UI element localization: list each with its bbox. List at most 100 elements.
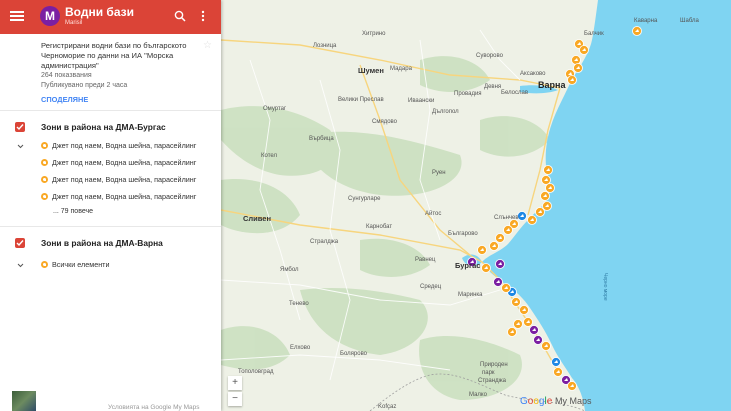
map-label-kofcaz: Kofçaz: [378, 404, 396, 410]
map-label-black-sea: Черно море: [602, 273, 608, 301]
water-base-marker[interactable]: [513, 319, 523, 329]
map-description: Регистрирани водни бази по българското Ч…: [41, 41, 187, 70]
map-label-varna: Варна: [538, 80, 566, 90]
water-base-marker[interactable]: [527, 215, 537, 225]
view-count: 264 показвания: [41, 72, 92, 79]
map-label-shabla: Шабла: [680, 18, 700, 24]
water-base-marker[interactable]: [489, 241, 499, 251]
water-base-marker[interactable]: [567, 381, 577, 391]
water-base-marker[interactable]: [535, 207, 545, 217]
map-label-smyadovo: Смядово: [372, 119, 398, 125]
svg-text:Равнец: Равнец: [415, 257, 436, 263]
panel-header: M Водни бази Marisil: [0, 0, 221, 34]
map-label-marinka: Маринка: [458, 292, 483, 298]
jetski-icon: [41, 193, 48, 200]
water-base-marker[interactable]: [571, 55, 581, 65]
water-base-marker[interactable]: [573, 63, 583, 73]
divider: [0, 226, 221, 227]
water-base-marker[interactable]: [541, 341, 551, 351]
water-base-marker[interactable]: [481, 263, 491, 273]
menu-icon[interactable]: [10, 9, 24, 23]
water-base-marker[interactable]: [543, 165, 553, 175]
map-label-kavarna: Каварна: [634, 18, 658, 24]
chevron-down-icon[interactable]: [17, 262, 24, 269]
water-base-marker[interactable]: [541, 175, 551, 185]
water-base-marker[interactable]: [477, 245, 487, 255]
jetski-icon: [41, 159, 48, 166]
map-label-hitrino: Хитрино: [362, 31, 386, 37]
svg-text:Българово: Българово: [448, 231, 478, 237]
water-base-marker[interactable]: [519, 305, 529, 315]
share-button[interactable]: СПОДЕЛЯНЕ: [41, 95, 88, 104]
map-label-beloslav: Белослав: [501, 90, 528, 96]
layer-burgas-title[interactable]: Зони в района на ДМА-Бургас: [41, 122, 166, 132]
map-label-varbitsa: Върбица: [309, 136, 334, 142]
water-base-marker[interactable]: [553, 367, 563, 377]
terms-link[interactable]: Условията на Google My Maps: [108, 404, 200, 411]
water-base-marker[interactable]: [511, 297, 521, 307]
water-base-marker[interactable]: [517, 211, 527, 221]
map-label-v-preslav: Велики Преслав: [338, 97, 384, 103]
zoom-in-button[interactable]: +: [228, 376, 242, 390]
zoom-out-button[interactable]: −: [228, 392, 242, 406]
svg-text:Странджа: Странджа: [478, 378, 507, 384]
water-base-marker[interactable]: [533, 335, 543, 345]
water-base-marker[interactable]: [579, 45, 589, 55]
avatar[interactable]: M: [40, 6, 60, 26]
map-label-aksakovo: Аксаково: [520, 71, 546, 77]
layer-varna-title[interactable]: Зони в района на ДМА-Варна: [41, 238, 163, 248]
water-base-marker[interactable]: [523, 317, 533, 327]
svg-text:Тенево: Тенево: [289, 301, 309, 307]
map-label-bolyarovo: Болярово: [340, 351, 368, 357]
chevron-down-icon[interactable]: [17, 143, 24, 150]
satellite-toggle-thumbnail[interactable]: [12, 391, 36, 411]
svg-text:Слънчев: Слънчев: [494, 215, 519, 221]
map-owner[interactable]: Marisil: [65, 20, 82, 26]
water-base-marker[interactable]: [501, 283, 511, 293]
map-legend-panel: M Водни бази Marisil Регистрирани водни …: [0, 0, 221, 411]
show-more-link[interactable]: ... 79 повече: [53, 208, 93, 215]
map-label-karnobat: Карнобат: [366, 224, 392, 230]
map-label-novi-pazar: Иваански: [408, 98, 434, 104]
map-label-shumen: Шумен: [358, 66, 384, 75]
map-label-dalgopol: Дългопол: [432, 109, 459, 115]
more-vert-icon[interactable]: [200, 10, 206, 22]
water-base-marker[interactable]: [540, 191, 550, 201]
map-label-kotel: Котел: [261, 153, 278, 159]
map-label-provadiya: Провадия: [454, 91, 482, 97]
map-label-yambol: Ямбол: [280, 267, 299, 273]
water-base-marker[interactable]: [503, 225, 513, 235]
map-label-loznitsa: Лозница: [313, 43, 337, 49]
water-base-marker[interactable]: [493, 277, 503, 287]
map-label-sungurlare: Сунгурларе: [348, 196, 381, 202]
water-base-marker[interactable]: [495, 259, 505, 269]
map-label-straldzha: Стралджа: [310, 239, 339, 245]
map-label-aytos: Айтос: [425, 210, 441, 217]
svg-text:парк: парк: [482, 370, 495, 376]
divider: [0, 110, 221, 111]
map-title: Водни бази: [65, 5, 134, 19]
water-base-marker[interactable]: [529, 325, 539, 335]
jetski-icon: [41, 142, 48, 149]
search-icon[interactable]: [174, 10, 186, 22]
star-icon[interactable]: ☆: [203, 40, 212, 51]
water-base-marker[interactable]: [495, 233, 505, 243]
layer-burgas-checkbox[interactable]: [15, 122, 25, 132]
google-my-maps-logo: Google My Maps: [520, 396, 592, 407]
map-label-madara: Мадара: [390, 66, 413, 72]
map-label-devnya: Девня: [484, 84, 501, 90]
published-time: Публикувано преди 2 часа: [41, 82, 128, 89]
layer-varna-checkbox[interactable]: [15, 238, 25, 248]
water-base-marker[interactable]: [632, 26, 642, 36]
map-label-ruen: Руен: [432, 170, 446, 176]
map-label-topolovgrad: Тополовград: [238, 369, 274, 375]
water-base-marker[interactable]: [567, 75, 577, 85]
map-label-elhovo: Елхово: [290, 345, 311, 351]
water-base-marker[interactable]: [545, 183, 555, 193]
map-label-malko-tarnovo: Малко: [469, 392, 488, 398]
map-label-burgas: Бургас: [455, 261, 480, 270]
water-base-marker[interactable]: [551, 357, 561, 367]
water-base-marker[interactable]: [507, 327, 517, 337]
map-label-omurtag: Омуртаг: [263, 106, 287, 112]
jetski-icon: [41, 261, 48, 268]
